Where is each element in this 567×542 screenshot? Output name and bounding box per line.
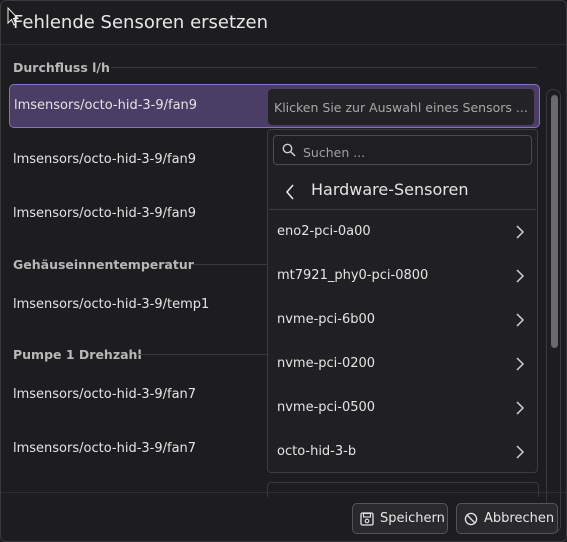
section-divider — [138, 354, 267, 355]
chevron-right-icon — [516, 445, 525, 459]
menu-item[interactable]: nvme-pci-0200 — [269, 342, 536, 386]
menu-item[interactable]: mt7921_phy0-pci-0800 — [269, 254, 536, 298]
menu-item-label: eno2-pci-0a00 — [277, 224, 371, 239]
menu-item-label: nvme-pci-0500 — [277, 400, 376, 415]
section-divider — [191, 264, 267, 265]
chevron-right-icon — [516, 401, 525, 415]
dialog-footer: Speichern Abbrechen — [1, 492, 566, 542]
scrollbar[interactable] — [546, 89, 561, 533]
save-button-label: Speichern — [380, 511, 445, 526]
menu-item[interactable]: octo-hid-3-b — [269, 430, 536, 474]
sensor-label: lmsensors/octo-hid-3-9/fan7 — [13, 387, 197, 402]
search-input[interactable] — [301, 142, 525, 162]
chevron-right-icon — [516, 357, 525, 371]
menu-item-label: mt7921_phy0-pci-0800 — [277, 268, 429, 283]
sensor-row[interactable]: lmsensors/octo-hid-3-9/fan9 Klicken Sie … — [9, 84, 540, 128]
sensor-label: lmsensors/octo-hid-3-9/fan7 — [13, 441, 197, 456]
section-header: Durchfluss l/h — [13, 59, 110, 75]
chevron-right-icon — [516, 269, 525, 283]
sensor-select-combo[interactable]: Klicken Sie zur Auswahl eines Sensors ..… — [268, 89, 534, 125]
cancel-button-label: Abbrechen — [484, 511, 555, 526]
chevron-right-icon — [516, 225, 525, 239]
back-navigation[interactable]: Hardware-Sensoren — [269, 174, 536, 210]
sensor-label: lmsensors/octo-hid-3-9/temp1 — [13, 297, 210, 312]
section-header: Gehäuseinnentemperatur — [13, 256, 194, 272]
dialog-title: Fehlende Sensoren ersetzen — [13, 12, 268, 33]
section-header: Pumpe 1 Drehzahl — [13, 346, 142, 362]
sensor-label: lmsensors/octo-hid-3-9/fan9 — [14, 98, 198, 113]
save-button[interactable]: Speichern — [352, 503, 448, 534]
replace-sensors-dialog: Fehlende Sensoren ersetzen Durchfluss l/… — [0, 0, 567, 542]
sensor-dropdown: Hardware-Sensoren eno2-pci-0a00 mt7921_p… — [267, 129, 538, 473]
section-divider — [111, 67, 537, 68]
search-field[interactable] — [273, 135, 532, 165]
menu-item-label: octo-hid-3-b — [277, 444, 357, 459]
sensor-label: lmsensors/octo-hid-3-9/fan9 — [13, 152, 197, 167]
menu-item[interactable]: nvme-pci-0500 — [269, 386, 536, 430]
title-bar: Fehlende Sensoren ersetzen — [1, 1, 566, 45]
menu-item[interactable]: eno2-pci-0a00 — [269, 210, 536, 254]
combo-placeholder: Klicken Sie zur Auswahl eines Sensors ..… — [274, 100, 528, 115]
cancel-button[interactable]: Abbrechen — [456, 503, 558, 534]
cancel-icon — [464, 512, 478, 525]
menu-item-label: nvme-pci-6b00 — [277, 312, 376, 327]
sensor-label: lmsensors/octo-hid-3-9/fan9 — [13, 206, 197, 221]
menu-item[interactable]: nvme-pci-6b00 — [269, 298, 536, 342]
menu-item-label: nvme-pci-0200 — [277, 356, 376, 371]
chevron-right-icon — [516, 313, 525, 327]
scrollbar-thumb[interactable] — [551, 95, 558, 348]
save-icon — [360, 511, 374, 526]
search-icon — [282, 143, 296, 157]
chevron-left-icon[interactable] — [284, 183, 296, 201]
dropdown-title: Hardware-Sensoren — [311, 180, 469, 199]
